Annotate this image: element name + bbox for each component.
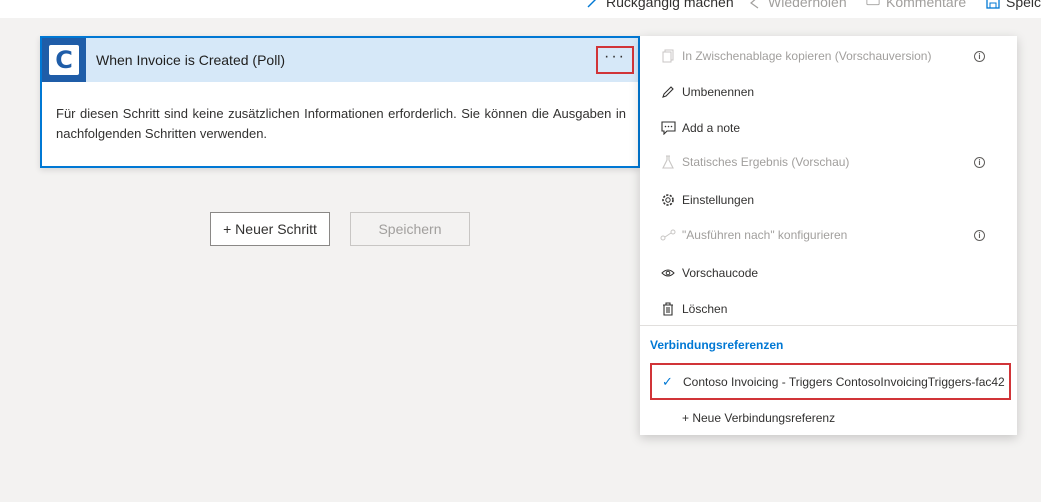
menu-item-static-result[interactable]: Statisches Ergebnis (Vorschau) i — [640, 144, 1017, 180]
connector-logo-letter: C — [49, 45, 79, 75]
undo-label: Rückgängig machen — [606, 0, 734, 10]
eye-icon — [660, 265, 676, 281]
redo-button[interactable]: Wiederholen — [748, 0, 847, 13]
save-button[interactable]: Speichern — [350, 212, 470, 246]
info-icon[interactable]: i — [974, 156, 985, 168]
redo-arrow-icon — [748, 0, 762, 9]
undo-arrow-icon — [586, 0, 600, 9]
note-icon — [660, 120, 676, 136]
more-options-button[interactable]: ··· — [596, 46, 634, 74]
redo-label: Wiederholen — [768, 0, 847, 10]
menu-divider — [640, 325, 1017, 326]
card-body-text: Für diesen Schritt sind keine zusätzlich… — [56, 106, 626, 141]
connection-reference-item[interactable]: ✓ Contoso Invoicing - Triggers ContosoIn… — [650, 363, 1011, 400]
info-icon[interactable]: i — [974, 50, 985, 62]
card-title: When Invoice is Created (Poll) — [96, 52, 286, 68]
comments-label: Kommentare — [886, 0, 967, 10]
context-menu: In Zwischenablage kopieren (Vorschauvers… — [640, 36, 1017, 435]
menu-item-label: Statisches Ergebnis (Vorschau) — [682, 155, 850, 169]
new-step-button[interactable]: + Neuer Schritt — [210, 212, 330, 246]
connection-reference-label: Contoso Invoicing - Triggers ContosoInvo… — [683, 374, 1005, 389]
menu-item-label: In Zwischenablage kopieren (Vorschauvers… — [682, 49, 932, 63]
menu-item-label: "Ausführen nach" konfigurieren — [682, 228, 848, 242]
menu-item-label: Löschen — [682, 302, 728, 316]
menu-item-label: Einstellungen — [682, 193, 755, 207]
command-bar: Rückgängig machen Wiederholen Kommentare… — [0, 0, 1041, 18]
ellipsis-icon: ··· — [604, 48, 626, 65]
menu-item-configure-run-after[interactable]: "Ausführen nach" konfigurieren i — [640, 217, 1017, 253]
menu-item-settings[interactable]: Einstellungen — [640, 182, 1017, 218]
save-disk-icon — [986, 0, 1000, 9]
toolbar-save-label: Speichern — [1006, 0, 1041, 10]
copy-icon — [660, 48, 676, 64]
card-header[interactable]: C When Invoice is Created (Poll) — [42, 38, 638, 82]
info-icon[interactable]: i — [974, 229, 985, 241]
run-after-icon — [660, 227, 676, 243]
flask-icon — [660, 154, 676, 170]
pencil-icon — [660, 84, 676, 100]
menu-item-label: Add a note — [682, 121, 741, 135]
undo-button[interactable]: Rückgängig machen — [586, 0, 734, 13]
menu-item-rename[interactable]: Umbenennen — [640, 74, 1017, 110]
comment-icon — [866, 0, 880, 9]
checkmark-icon: ✓ — [662, 373, 673, 389]
menu-item-delete[interactable]: Löschen — [640, 291, 1017, 327]
trigger-card[interactable]: C When Invoice is Created (Poll) ··· Für… — [40, 36, 640, 168]
toolbar-save-button[interactable]: Speichern — [986, 0, 1041, 13]
menu-item-copy-to-clipboard[interactable]: In Zwischenablage kopieren (Vorschauvers… — [640, 38, 1017, 74]
menu-item-add-note[interactable]: Add a note — [640, 110, 1017, 146]
new-connection-reference-button[interactable]: + Neue Verbindungsreferenz — [682, 411, 835, 425]
connection-references-heading: Verbindungsreferenzen — [650, 338, 784, 352]
menu-item-label: Vorschaucode — [682, 266, 759, 280]
menu-item-label: Umbenennen — [682, 85, 755, 99]
comments-button[interactable]: Kommentare — [866, 0, 966, 13]
menu-item-peek-code[interactable]: Vorschaucode — [640, 255, 1017, 291]
trash-icon — [660, 301, 676, 317]
gear-icon — [660, 192, 676, 208]
connector-logo: C — [42, 38, 86, 82]
